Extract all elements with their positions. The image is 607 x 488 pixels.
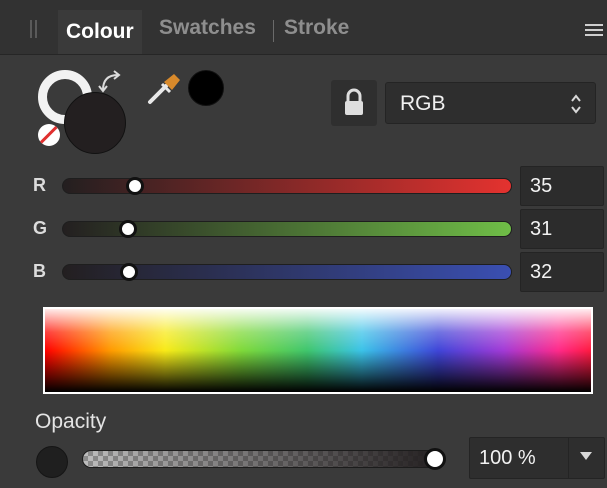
channel-label-r: R [33, 175, 46, 195]
channel-slider-thumb-r[interactable] [125, 177, 144, 195]
channel-value-b: 32 [530, 261, 553, 283]
channel-value-field-b[interactable]: 32 [520, 252, 604, 292]
stepper-arrows-icon [571, 94, 581, 114]
tab-divider [273, 20, 274, 42]
channel-label-g: G [33, 218, 48, 238]
channel-value-g: 31 [530, 218, 553, 240]
tab-swatches[interactable]: Swatches [159, 16, 256, 40]
fill-colour-well[interactable] [64, 92, 126, 154]
channel-value-field-r[interactable]: 35 [520, 166, 604, 206]
colour-model-select[interactable]: RGB [385, 82, 596, 124]
panel-grip-icon[interactable] [30, 20, 38, 38]
channel-value-r: 35 [530, 175, 553, 197]
swap-colours-icon[interactable] [98, 70, 124, 96]
colour-picker-icon[interactable] [146, 70, 186, 106]
channel-value-field-g[interactable]: 31 [520, 209, 604, 249]
panel-tab-bar: Colour Swatches Stroke [0, 0, 607, 55]
opacity-swatch [36, 446, 68, 478]
panel-menu-icon[interactable] [585, 24, 603, 39]
opacity-field[interactable]: 100 % [469, 437, 605, 479]
opacity-slider-track[interactable] [82, 450, 442, 468]
picked-colour-swatch [188, 70, 224, 106]
opacity-label: Opacity [35, 410, 107, 433]
dropdown-caret-icon[interactable] [580, 452, 592, 460]
channel-slider-thumb-g[interactable] [118, 220, 137, 238]
colour-spectrum[interactable] [43, 307, 593, 394]
channel-label-b: B [33, 261, 46, 281]
lock-button[interactable] [331, 80, 377, 126]
colour-model-value: RGB [400, 92, 446, 115]
tab-stroke[interactable]: Stroke [284, 16, 349, 40]
tab-colour[interactable]: Colour [58, 10, 142, 54]
lock-icon [345, 88, 363, 115]
opacity-slider-thumb[interactable] [424, 448, 446, 470]
opacity-value: 100 % [479, 447, 536, 469]
no-colour-icon[interactable] [38, 124, 60, 146]
